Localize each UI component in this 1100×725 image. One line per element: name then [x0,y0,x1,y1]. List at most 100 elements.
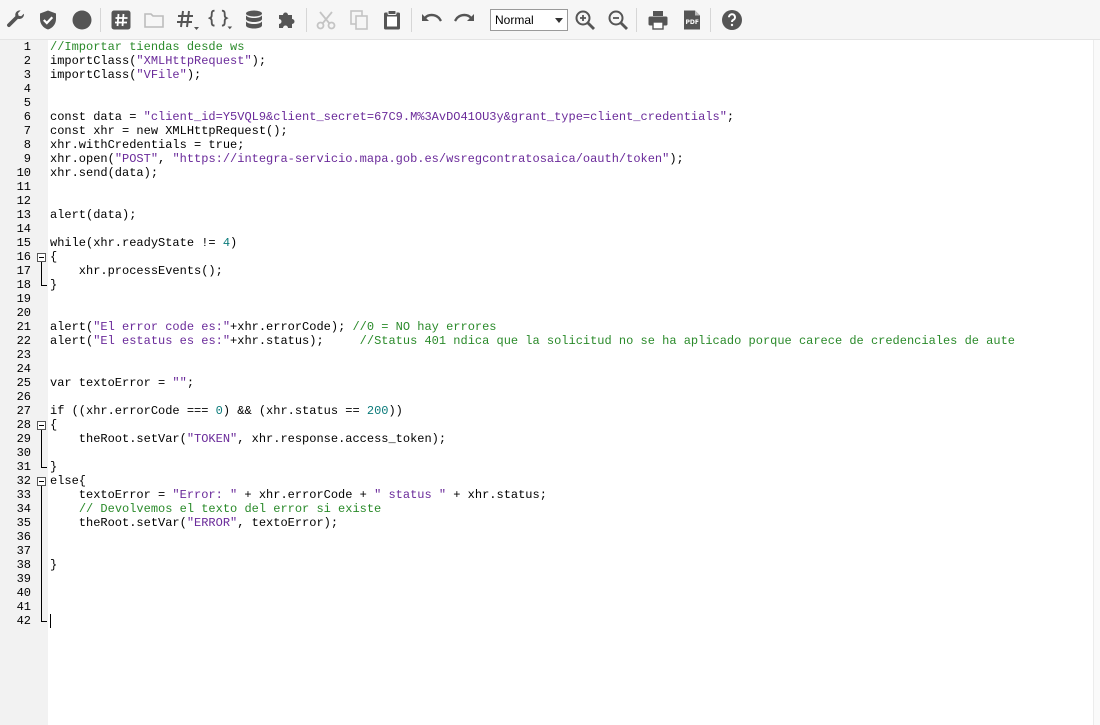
code-token: "client_id=Y5VQL9&client_secret=67C9.M%3… [143,110,727,124]
code-line[interactable]: const xhr = new XMLHttpRequest(); [50,124,288,138]
fold-toggle-icon[interactable] [37,477,46,486]
code-line[interactable]: } [50,460,57,474]
code-editor[interactable]: 1 2 3 4 5 6 7 8 9 10 11 12 13 14 15 16 17 18 19 20 21 22 23 24 2… [0,40,1100,725]
code-line[interactable]: var textoError = ""; [50,376,194,390]
code-token: 200 [366,404,389,418]
print-icon[interactable] [645,7,671,33]
code-line[interactable]: xhr.withCredentials = true; [50,138,244,152]
code-line[interactable]: { [50,418,57,432]
folder-icon[interactable] [141,7,167,33]
wrench-icon[interactable] [3,7,29,33]
code-token: , [158,152,173,166]
copy-icon[interactable] [346,7,372,33]
code-token: //0 = NO hay errores [352,320,497,334]
database-icon[interactable] [241,7,267,33]
code-token: +xhr.errorCode); [230,320,353,334]
line-number: 36 [16,530,31,544]
code-line[interactable]: //Importar tiendas desde ws [50,40,244,54]
fold-toggle-icon[interactable] [37,421,46,430]
line-number: 6 [23,110,31,124]
line-number: 28 [16,418,31,432]
code-line[interactable]: xhr.send(data); [50,166,158,180]
line-number: 30 [16,446,31,460]
code-token: ); [669,152,684,166]
code-token: textoError = [50,488,173,502]
code-token: , xhr.response.access_token); [237,432,447,446]
circle-icon[interactable] [69,7,95,33]
code-token: "El error code es:" [93,320,231,334]
code-line[interactable]: // Devolvemos el texto del error si exis… [50,502,381,516]
line-number: 27 [16,404,31,418]
code-token: } [50,558,58,572]
shield-check-icon[interactable] [35,7,61,33]
hash-icon[interactable] [108,7,134,33]
code-line[interactable]: alert(data); [50,208,136,222]
line-number: 21 [16,320,31,334]
code-line[interactable]: else{ [50,474,86,488]
undo-icon[interactable] [419,7,445,33]
line-number: 15 [16,236,31,250]
hash-dropdown-icon[interactable] [175,7,201,33]
line-number: 39 [16,572,31,586]
code-line[interactable]: if ((xhr.errorCode === 0) && (xhr.status… [50,404,403,418]
code-line[interactable]: theRoot.setVar("ERROR", textoError); [50,516,338,530]
line-number: 34 [16,502,31,516]
code-token: "TOKEN" [186,432,238,446]
style-select[interactable]: Normal [490,9,568,31]
code-line[interactable]: const data = "client_id=Y5VQL9&client_se… [50,110,734,124]
paste-icon[interactable] [379,7,405,33]
code-token: // Devolvemos el texto del error si exis… [78,502,382,516]
code-line[interactable]: while(xhr.readyState != 4) [50,236,237,250]
code-line[interactable]: xhr.processEvents(); [50,264,223,278]
fold-range-line [41,430,42,467]
code-line[interactable]: alert("El error code es:"+xhr.errorCode)… [50,320,497,334]
line-number: 1 [23,40,31,54]
code-token: 0 [215,404,223,418]
line-number: 7 [23,124,31,138]
braces-dropdown-icon[interactable] [208,7,234,33]
line-number: 12 [16,194,31,208]
code-line[interactable]: textoError = "Error: " + xhr.errorCode +… [50,488,547,502]
zoom-out-icon[interactable] [605,7,631,33]
style-select-value: Normal [495,13,534,27]
code-line[interactable]: alert("El estatus es es:"+xhr.status); /… [50,334,1015,348]
code-token: } [50,460,58,474]
text-caret [50,614,51,628]
code-line[interactable]: } [50,558,57,572]
cut-icon[interactable] [313,7,339,33]
code-token: { [50,418,58,432]
code-line[interactable]: } [50,278,57,292]
code-token: "VFile" [136,68,187,82]
line-number-gutter: 1 2 3 4 5 6 7 8 9 10 11 12 13 14 15 16 17 18 19 20 21 22 23 24 2… [0,40,34,725]
fold-end-marker [41,621,47,622]
line-number: 40 [16,586,31,600]
code-token: ); [251,54,267,68]
fold-range-line [41,262,42,285]
code-token: " status " [374,488,447,502]
code-line[interactable]: xhr.open("POST", "https://integra-servic… [50,152,684,166]
code-line[interactable]: importClass("VFile"); [50,68,201,82]
code-token: const data = [50,110,144,124]
line-number: 26 [16,390,31,404]
toolbar: Normal PDF [0,0,1100,40]
fold-toggle-icon[interactable] [37,253,46,262]
code-token: "ERROR" [186,516,238,530]
line-number: 3 [23,68,31,82]
help-icon[interactable] [719,7,745,33]
code-token: ; [186,376,195,390]
code-token: } [50,278,58,292]
vertical-scrollbar[interactable] [1093,40,1100,725]
zoom-in-icon[interactable] [572,7,598,33]
line-number: 29 [16,432,31,446]
pdf-icon[interactable]: PDF [679,7,705,33]
code-token: //Status 401 ndica que la solicitud no s… [359,334,1015,348]
code-line[interactable]: { [50,250,57,264]
code-token: )) [388,404,403,418]
code-line[interactable]: importClass("XMLHttpRequest"); [50,54,266,68]
redo-icon[interactable] [451,7,477,33]
code-token: { [50,250,58,264]
puzzle-icon[interactable] [274,7,300,33]
code-line[interactable]: theRoot.setVar("TOKEN", xhr.response.acc… [50,432,446,446]
code-token: +xhr.status); [230,334,360,348]
line-number: 25 [16,376,31,390]
